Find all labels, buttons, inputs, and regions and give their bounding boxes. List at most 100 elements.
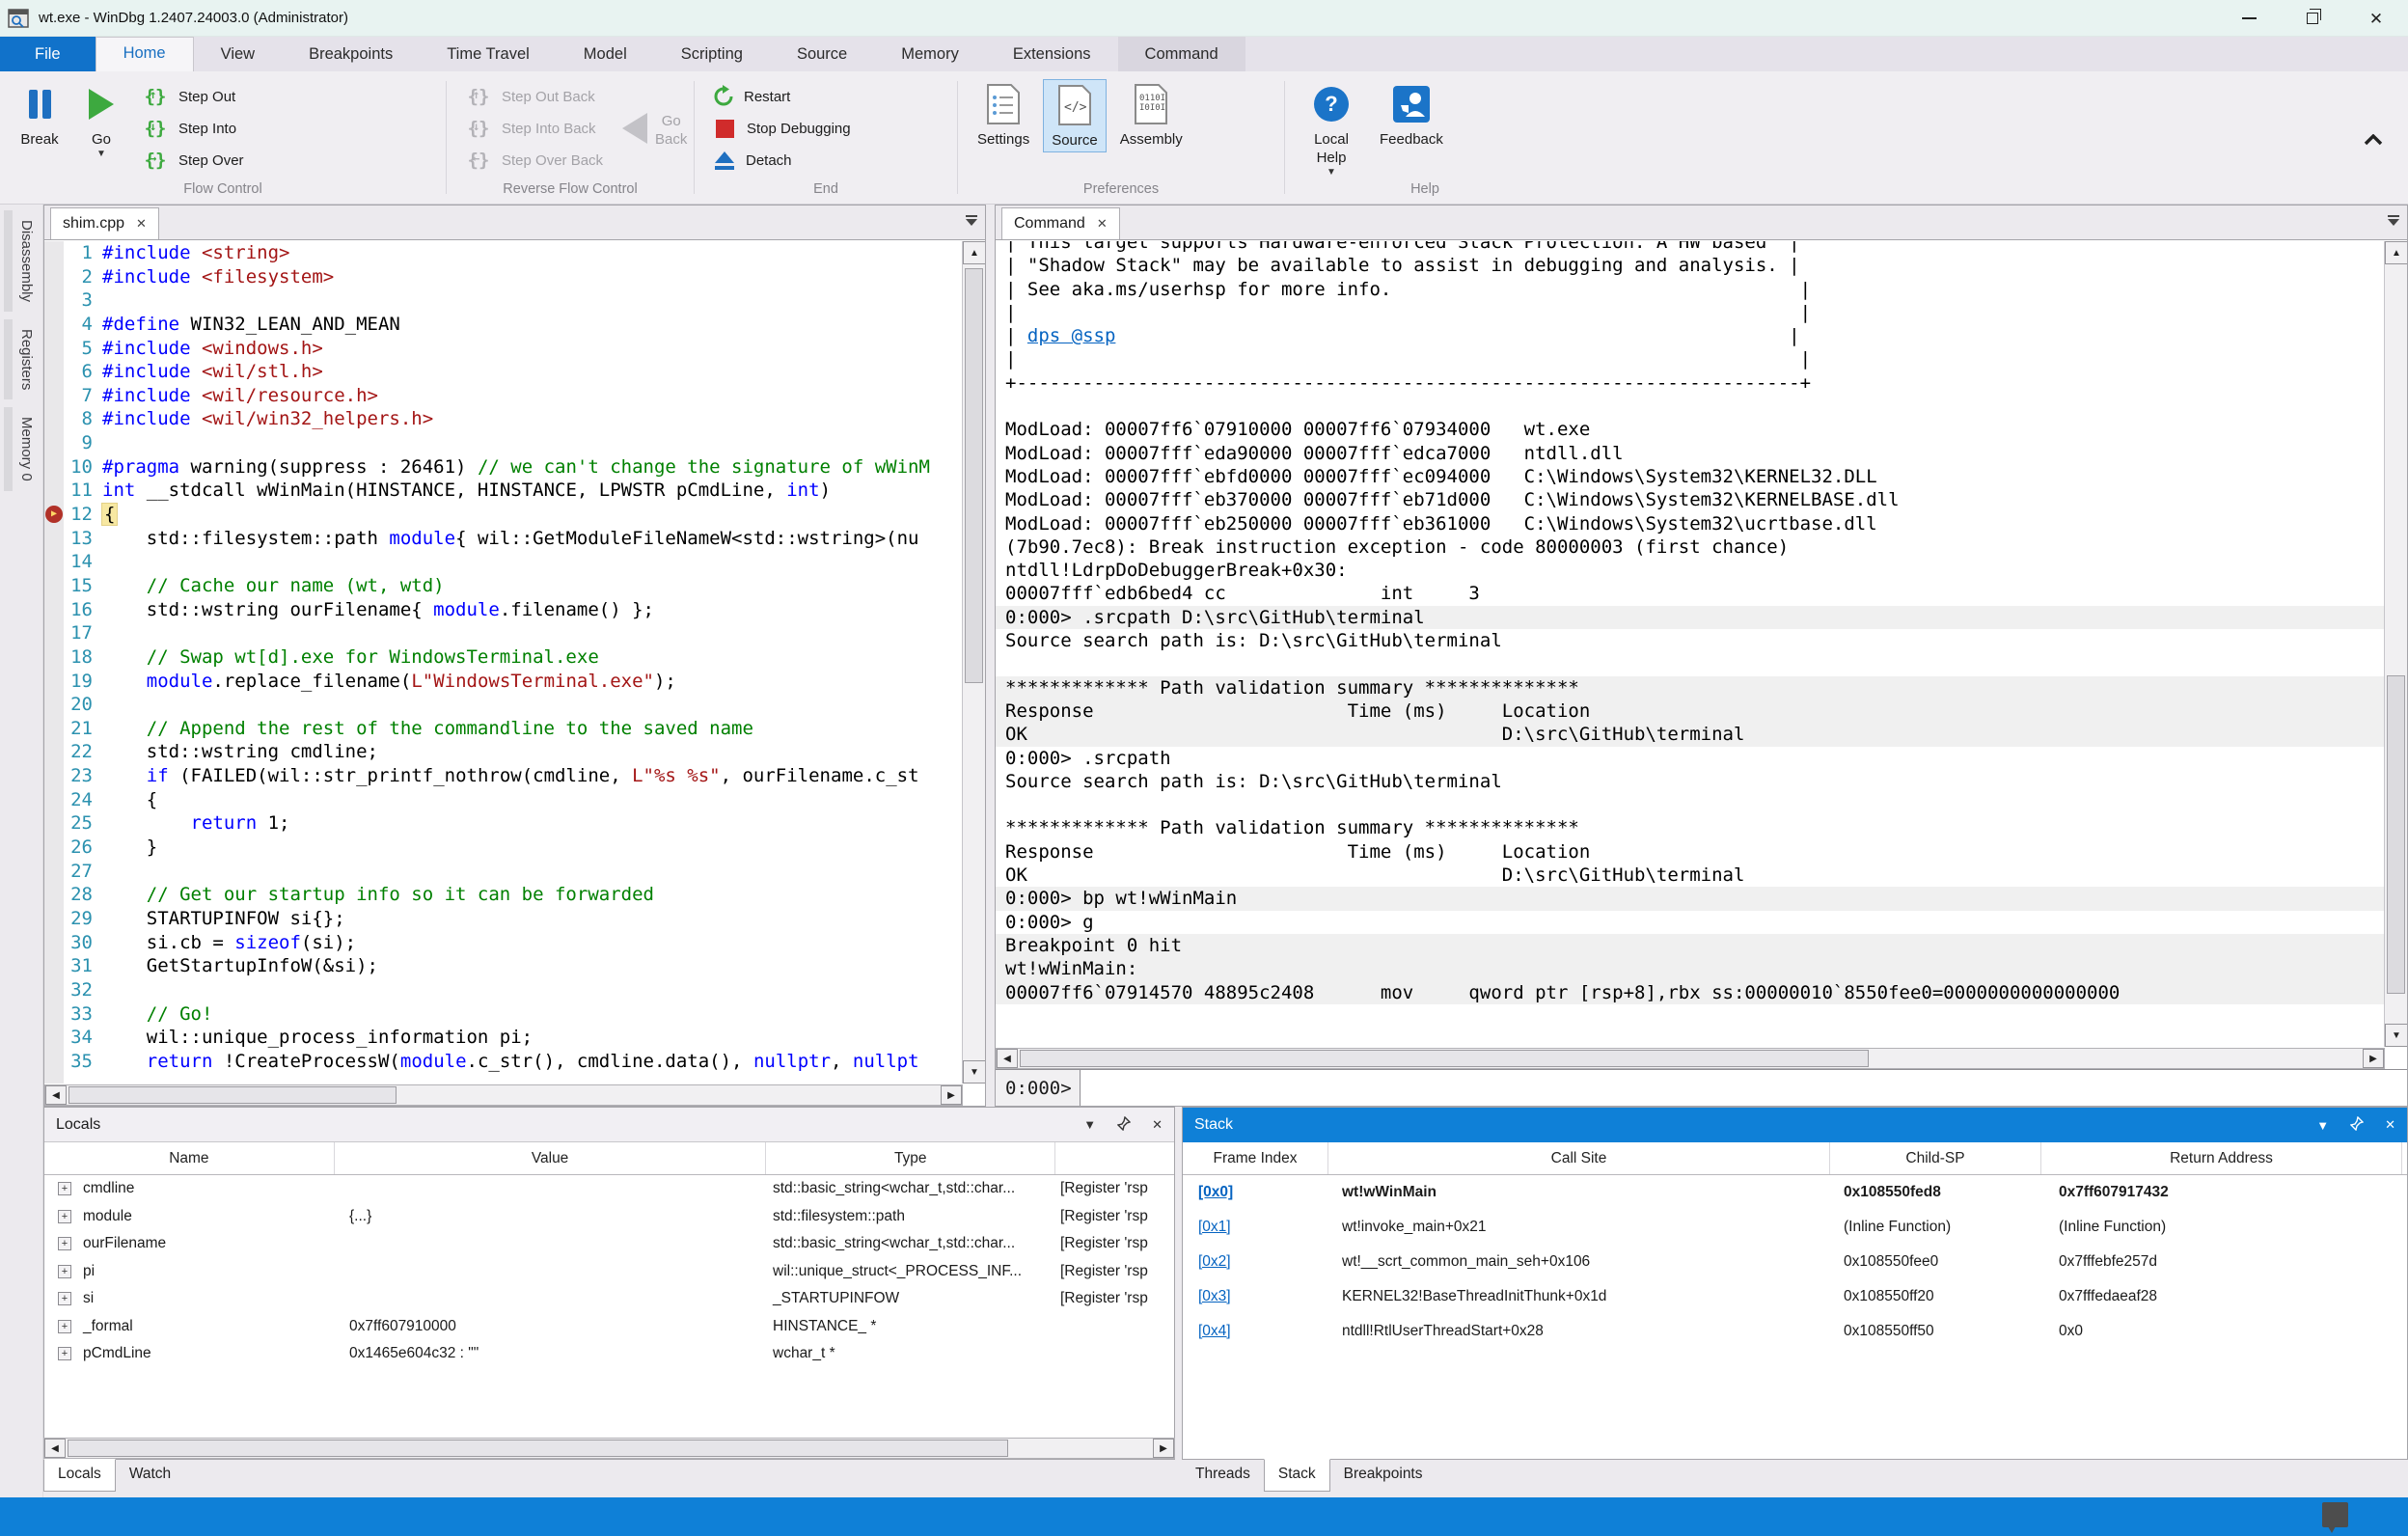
scroll-right-icon[interactable]: ▶	[941, 1085, 962, 1105]
menu-tab-command[interactable]: Command	[1118, 37, 1245, 71]
menu-tab-source[interactable]: Source	[770, 37, 874, 71]
stack-frame-row[interactable]: [0x4]ntdll!RtlUserThreadStart+0x280x1085…	[1183, 1314, 2407, 1349]
scrollbar-thumb[interactable]	[68, 1086, 397, 1104]
frame-index-link[interactable]: [0x4]	[1198, 1323, 1231, 1339]
menu-tab-memory[interactable]: Memory	[874, 37, 986, 71]
locals-row[interactable]: +ourFilenamestd::basic_string<wchar_t,st…	[44, 1230, 1174, 1258]
command-output[interactable]: | This target supports Hardware-enforced…	[996, 241, 2407, 1047]
locals-row[interactable]: +pCmdLine0x1465e604c32 : ""wchar_t *	[44, 1340, 1174, 1368]
stack-frame-row[interactable]: [0x1]wt!invoke_main+0x21(Inline Function…	[1183, 1210, 2407, 1245]
go-back-button[interactable]: Go Back	[615, 79, 684, 178]
menu-tab-time-travel[interactable]: Time Travel	[420, 37, 557, 71]
gutter-cell[interactable]	[44, 883, 64, 907]
gutter-cell[interactable]	[44, 288, 64, 313]
expand-icon[interactable]: +	[58, 1265, 71, 1278]
stop-debugging-button[interactable]: Stop Debugging	[706, 113, 857, 144]
gutter-cell[interactable]	[44, 860, 64, 884]
source-button[interactable]: </> Source	[1043, 79, 1107, 152]
step-over-back-button[interactable]: {}← Step Over Back	[458, 145, 609, 176]
scrollbar-thumb[interactable]	[68, 1440, 1008, 1457]
sidebar-tab-memory-0[interactable]: Memory 0	[4, 407, 42, 491]
column-header-extra[interactable]	[1055, 1142, 1174, 1174]
scroll-down-icon[interactable]: ▼	[2385, 1024, 2407, 1047]
gutter-cell[interactable]	[44, 788, 64, 812]
gutter-cell[interactable]	[44, 550, 64, 574]
chevron-down-icon[interactable]: ▼	[1083, 1117, 1096, 1132]
restart-button[interactable]: Restart	[706, 81, 857, 112]
collapse-ribbon-button[interactable]	[2364, 133, 2383, 151]
tab-threads[interactable]: Threads	[1182, 1460, 1264, 1491]
gutter-cell[interactable]	[44, 811, 64, 836]
gutter-cell[interactable]	[44, 1026, 64, 1050]
gutter-cell[interactable]	[44, 693, 64, 717]
scroll-left-icon[interactable]: ◀	[45, 1085, 67, 1105]
source-vertical-scrollbar[interactable]: ▲ ▼	[962, 241, 985, 1083]
feedback-bubble-icon[interactable]	[2322, 1502, 2348, 1527]
scroll-right-icon[interactable]: ▶	[2363, 1049, 2384, 1068]
gutter-cell[interactable]	[44, 907, 64, 931]
frame-index-link[interactable]: [0x1]	[1198, 1219, 1231, 1235]
frame-index-link[interactable]: [0x0]	[1198, 1184, 1233, 1200]
stack-frame-row[interactable]: [0x3]KERNEL32!BaseThreadInitThunk+0x1d0x…	[1183, 1279, 2407, 1314]
column-header-return-address[interactable]: Return Address	[2041, 1142, 2402, 1174]
menu-tab-extensions[interactable]: Extensions	[986, 37, 1118, 71]
step-over-button[interactable]: {}→ Step Over	[135, 145, 250, 176]
locals-row[interactable]: +_formal0x7ff607910000HINSTANCE_ *	[44, 1313, 1174, 1341]
expand-icon[interactable]: +	[58, 1210, 71, 1223]
expand-icon[interactable]: +	[58, 1292, 71, 1305]
gutter-cell[interactable]	[44, 479, 64, 503]
step-into-back-button[interactable]: {}↓ Step Into Back	[458, 113, 609, 144]
menu-tab-model[interactable]: Model	[557, 37, 654, 71]
locals-row[interactable]: +piwil::unique_struct<_PROCESS_INF...[Re…	[44, 1258, 1174, 1286]
minimize-button[interactable]	[2217, 0, 2281, 37]
settings-button[interactable]: Settings	[970, 79, 1037, 151]
gutter-cell[interactable]	[44, 954, 64, 978]
gutter-cell[interactable]	[44, 598, 64, 622]
gutter-cell[interactable]	[44, 621, 64, 645]
close-icon[interactable]: ✕	[1152, 1117, 1163, 1133]
break-button[interactable]: Break	[12, 79, 68, 151]
expand-icon[interactable]: +	[58, 1237, 71, 1250]
scrollbar-thumb[interactable]	[2387, 675, 2405, 994]
gutter-cell[interactable]	[44, 931, 64, 955]
menu-tab-breakpoints[interactable]: Breakpoints	[282, 37, 420, 71]
tab-watch[interactable]: Watch	[116, 1460, 184, 1491]
column-header-frame-index[interactable]: Frame Index	[1183, 1142, 1328, 1174]
assembly-button[interactable]: 0110I I0I0I Assembly	[1112, 79, 1190, 151]
stack-frame-row[interactable]: [0x0]wt!wWinMain0x108550fed80x7ff6079174…	[1183, 1175, 2407, 1210]
gutter-cell[interactable]	[44, 1050, 64, 1074]
detach-button[interactable]: Detach	[706, 145, 857, 176]
menu-tab-home[interactable]: Home	[96, 37, 194, 71]
gutter-cell[interactable]	[44, 384, 64, 408]
tab-options-icon[interactable]	[2388, 215, 2399, 226]
expand-icon[interactable]: +	[58, 1320, 71, 1333]
sidebar-tab-registers[interactable]: Registers	[4, 319, 42, 399]
scroll-right-icon[interactable]: ▶	[1153, 1439, 1174, 1458]
scroll-left-icon[interactable]: ◀	[997, 1049, 1018, 1068]
feedback-button[interactable]: Feedback	[1372, 79, 1451, 151]
scroll-up-icon[interactable]: ▲	[2385, 241, 2407, 264]
scrollbar-thumb[interactable]	[1020, 1050, 1869, 1067]
scroll-down-icon[interactable]: ▼	[963, 1060, 985, 1083]
command-link[interactable]: dps @ssp	[1027, 325, 1116, 346]
gutter-cell[interactable]	[44, 265, 64, 289]
gutter-cell[interactable]	[44, 764, 64, 788]
scroll-left-icon[interactable]: ◀	[44, 1439, 66, 1458]
tab-close-icon[interactable]: ✕	[136, 216, 147, 232]
column-header-name[interactable]: Name	[44, 1142, 335, 1174]
frame-index-link[interactable]: [0x3]	[1198, 1288, 1231, 1304]
menu-tab-view[interactable]: View	[194, 37, 282, 71]
scrollbar-thumb[interactable]	[965, 268, 983, 683]
column-header-child-sp[interactable]: Child-SP	[1830, 1142, 2041, 1174]
step-into-button[interactable]: {}↓ Step Into	[135, 113, 250, 144]
pin-icon[interactable]	[2350, 1116, 2364, 1134]
gutter-cell[interactable]	[44, 337, 64, 361]
gutter-cell[interactable]	[44, 574, 64, 598]
command-vertical-scrollbar[interactable]: ▲ ▼	[2384, 241, 2407, 1047]
tab-shim-cpp[interactable]: shim.cpp ✕	[50, 207, 159, 239]
gutter-cell[interactable]	[44, 455, 64, 480]
gutter-cell[interactable]	[44, 407, 64, 431]
locals-horizontal-scrollbar[interactable]: ◀ ▶	[43, 1438, 1175, 1459]
step-out-button[interactable]: {}↑ Step Out	[135, 81, 250, 112]
source-horizontal-scrollbar[interactable]: ◀ ▶	[44, 1084, 963, 1106]
